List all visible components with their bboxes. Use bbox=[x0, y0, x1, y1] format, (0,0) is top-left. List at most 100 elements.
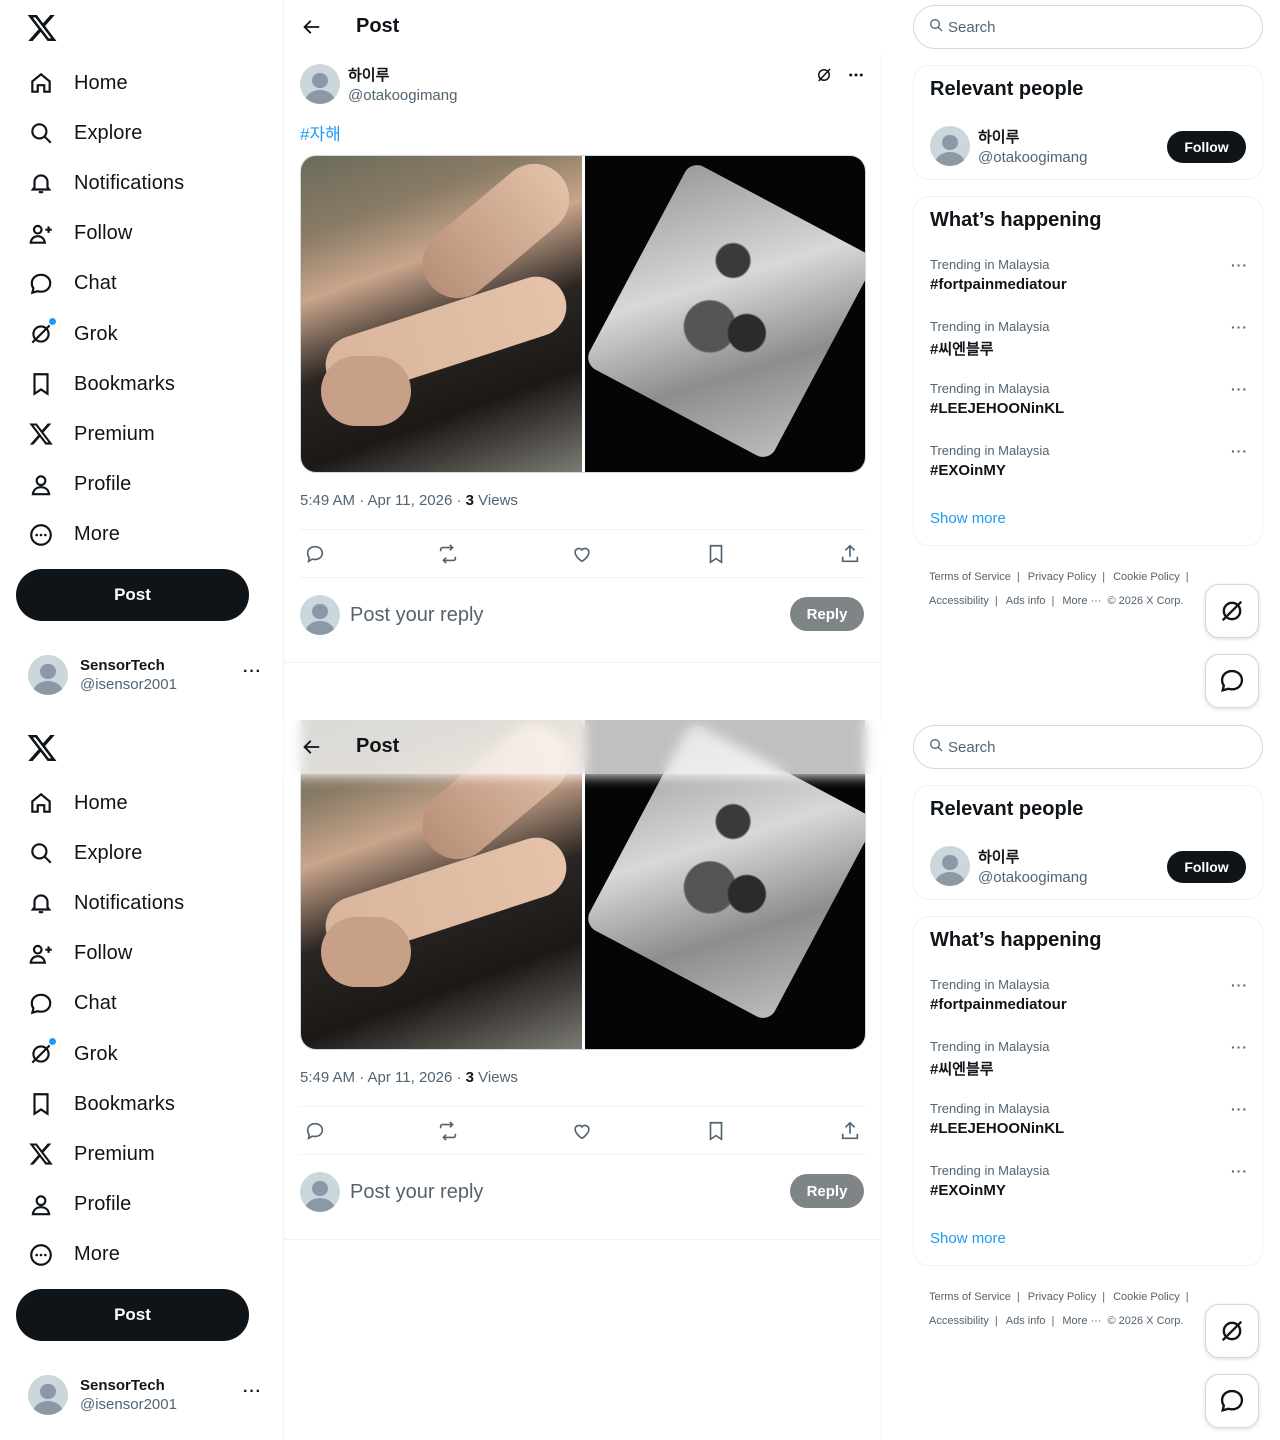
reply-input[interactable]: Post your reply bbox=[350, 604, 483, 627]
trend-more-icon[interactable]: ··· bbox=[1231, 1039, 1248, 1055]
trend-item[interactable]: Trending in Malaysia #fortpainmediatour ··… bbox=[930, 257, 1248, 293]
trend-item[interactable]: Trending in Malaysia #LEEJEHOONinKL ··· bbox=[930, 381, 1248, 417]
grok-float-icon[interactable] bbox=[1205, 1304, 1259, 1358]
person-handle[interactable]: @otakoogimang bbox=[978, 149, 1087, 166]
reply-icon[interactable] bbox=[304, 1120, 326, 1142]
trend-item[interactable]: Trending in Malaysia #씨엔블루 ··· bbox=[930, 319, 1248, 359]
x-logo-icon[interactable] bbox=[26, 12, 58, 44]
tweet-time[interactable]: 5:49 AM · Apr 11, 2026 · bbox=[300, 1069, 466, 1086]
relevant-person[interactable]: 하이루 @otakoogimang bbox=[930, 846, 1087, 886]
repost-icon[interactable] bbox=[437, 1120, 459, 1142]
more-link[interactable]: More ··· bbox=[1062, 1315, 1101, 1327]
tos-link[interactable]: Terms of Service bbox=[929, 1291, 1011, 1303]
back-arrow-icon[interactable] bbox=[300, 16, 322, 38]
share-icon[interactable] bbox=[839, 543, 861, 565]
trend-more-icon[interactable]: ··· bbox=[1231, 977, 1248, 993]
grok-float-icon[interactable] bbox=[1205, 584, 1259, 638]
reply-button[interactable]: Reply bbox=[790, 1174, 864, 1208]
bookmark-icon[interactable] bbox=[705, 543, 727, 565]
account-switcher[interactable]: SensorTech @isensor2001 ··· bbox=[28, 1375, 268, 1415]
person-name[interactable]: 하이루 bbox=[978, 846, 1087, 867]
nav-item-follow[interactable]: Follow bbox=[16, 211, 144, 257]
nav-item-profile[interactable]: Profile bbox=[16, 462, 143, 508]
trend-item[interactable]: Trending in Malaysia #LEEJEHOONinKL ··· bbox=[930, 1101, 1248, 1137]
follow-button[interactable]: Follow bbox=[1167, 131, 1246, 163]
tweet-hashtag[interactable]: #자해 bbox=[300, 120, 341, 145]
avatar[interactable] bbox=[930, 846, 970, 886]
account-more-icon[interactable]: ··· bbox=[243, 663, 262, 681]
more-icon[interactable] bbox=[847, 66, 865, 89]
nav-item-explore[interactable]: Explore bbox=[16, 830, 155, 876]
nav-item-more[interactable]: More bbox=[16, 1232, 132, 1278]
trend-more-icon[interactable]: ··· bbox=[1231, 319, 1248, 335]
share-icon[interactable] bbox=[839, 1120, 861, 1142]
nav-item-profile[interactable]: Profile bbox=[16, 1182, 143, 1228]
nav-item-premium[interactable]: Premium bbox=[16, 411, 167, 457]
nav-item-notifications[interactable]: Notifications bbox=[16, 880, 196, 926]
reply-button[interactable]: Reply bbox=[790, 597, 864, 631]
cookie-link[interactable]: Cookie Policy bbox=[1113, 571, 1180, 583]
search-box[interactable] bbox=[913, 725, 1263, 769]
nav-item-home[interactable]: Home bbox=[16, 780, 140, 826]
media-image-2[interactable] bbox=[585, 156, 865, 472]
accessibility-link[interactable]: Accessibility bbox=[929, 1315, 989, 1327]
trend-more-icon[interactable]: ··· bbox=[1231, 257, 1248, 273]
nav-item-bookmarks[interactable]: Bookmarks bbox=[16, 1081, 187, 1127]
privacy-link[interactable]: Privacy Policy bbox=[1028, 1291, 1096, 1303]
show-more-link[interactable]: Show more bbox=[930, 510, 1006, 527]
ads-link[interactable]: Ads info bbox=[1006, 1315, 1046, 1327]
bookmark-icon[interactable] bbox=[705, 1120, 727, 1142]
reply-icon[interactable] bbox=[304, 543, 326, 565]
nav-item-grok[interactable]: Grok bbox=[16, 1031, 130, 1077]
nav-item-notifications[interactable]: Notifications bbox=[16, 160, 196, 206]
trend-item[interactable]: Trending in Malaysia #EXOinMY ··· bbox=[930, 443, 1248, 479]
post-button[interactable]: Post bbox=[16, 569, 249, 621]
grok-icon[interactable] bbox=[815, 66, 833, 89]
nav-item-bookmarks[interactable]: Bookmarks bbox=[16, 361, 187, 407]
person-handle[interactable]: @otakoogimang bbox=[978, 869, 1087, 886]
account-switcher[interactable]: SensorTech @isensor2001 ··· bbox=[28, 655, 268, 695]
nav-item-premium[interactable]: Premium bbox=[16, 1131, 167, 1177]
post-button[interactable]: Post bbox=[16, 1289, 249, 1341]
nav-item-explore[interactable]: Explore bbox=[16, 110, 155, 156]
like-icon[interactable] bbox=[571, 1120, 593, 1142]
reply-composer[interactable]: Post your reply Reply bbox=[300, 1170, 866, 1214]
nav-item-more[interactable]: More bbox=[16, 512, 132, 558]
tweet-author[interactable]: 하이루 @otakoogimang bbox=[300, 64, 457, 104]
nav-item-chat[interactable]: Chat bbox=[16, 261, 129, 307]
nav-item-follow[interactable]: Follow bbox=[16, 931, 144, 977]
chat-float-icon[interactable] bbox=[1205, 1374, 1259, 1428]
tweet-media[interactable] bbox=[300, 155, 866, 473]
person-name[interactable]: 하이루 bbox=[978, 126, 1087, 147]
relevant-person[interactable]: 하이루 @otakoogimang bbox=[930, 126, 1087, 166]
more-link[interactable]: More ··· bbox=[1062, 595, 1101, 607]
follow-button[interactable]: Follow bbox=[1167, 851, 1246, 883]
tweet-time[interactable]: 5:49 AM · Apr 11, 2026 · bbox=[300, 492, 466, 509]
back-arrow-icon[interactable] bbox=[300, 736, 322, 758]
chat-float-icon[interactable] bbox=[1205, 654, 1259, 708]
nav-item-home[interactable]: Home bbox=[16, 60, 140, 106]
reply-input[interactable]: Post your reply bbox=[350, 1181, 483, 1204]
nav-item-grok[interactable]: Grok bbox=[16, 311, 130, 357]
search-input[interactable] bbox=[948, 18, 1228, 36]
tos-link[interactable]: Terms of Service bbox=[929, 571, 1011, 583]
trend-item[interactable]: Trending in Malaysia #EXOinMY ··· bbox=[930, 1163, 1248, 1199]
author-handle[interactable]: @otakoogimang bbox=[348, 87, 457, 104]
trend-more-icon[interactable]: ··· bbox=[1231, 1163, 1248, 1179]
search-box[interactable] bbox=[913, 5, 1263, 49]
ads-link[interactable]: Ads info bbox=[1006, 595, 1046, 607]
account-more-icon[interactable]: ··· bbox=[243, 1383, 262, 1401]
like-icon[interactable] bbox=[571, 543, 593, 565]
avatar[interactable] bbox=[930, 126, 970, 166]
show-more-link[interactable]: Show more bbox=[930, 1230, 1006, 1247]
nav-item-chat[interactable]: Chat bbox=[16, 981, 129, 1027]
author-name[interactable]: 하이루 bbox=[348, 64, 457, 85]
search-input[interactable] bbox=[948, 738, 1228, 756]
trend-more-icon[interactable]: ··· bbox=[1231, 1101, 1248, 1117]
x-logo-icon[interactable] bbox=[26, 732, 58, 764]
accessibility-link[interactable]: Accessibility bbox=[929, 595, 989, 607]
trend-item[interactable]: Trending in Malaysia #씨엔블루 ··· bbox=[930, 1039, 1248, 1079]
avatar[interactable] bbox=[300, 64, 340, 104]
cookie-link[interactable]: Cookie Policy bbox=[1113, 1291, 1180, 1303]
privacy-link[interactable]: Privacy Policy bbox=[1028, 571, 1096, 583]
